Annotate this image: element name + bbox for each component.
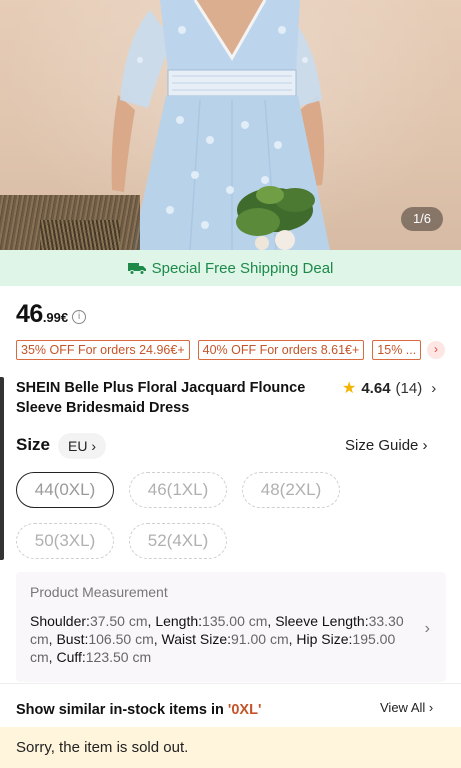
measurement-title: Product Measurement	[30, 584, 168, 600]
truck-icon	[127, 263, 146, 275]
price: 46 .99€ i	[16, 300, 87, 329]
size-label: Size	[16, 435, 51, 454]
coupon-badge[interactable]: 35% OFF For orders 24.96€+	[16, 340, 190, 360]
size-option-50-3xl[interactable]: 50(3XL)	[16, 523, 114, 559]
similar-items-prefix: Show similar in-stock items in	[16, 702, 228, 718]
coupon-badge[interactable]: 40% OFF For orders 8.61€+	[197, 340, 365, 360]
price-decimal: .99€	[42, 310, 69, 325]
divider	[0, 683, 461, 684]
product-title: SHEIN Belle Plus Floral Jacquard Flounce…	[16, 380, 306, 416]
image-counter: 1/6	[401, 207, 443, 231]
chevron-right-icon: ›	[422, 437, 428, 454]
free-shipping-banner[interactable]: Special Free Shipping Deal	[0, 250, 461, 286]
sold-out-notice: Sorry, the item is sold out.	[0, 727, 461, 768]
measure-label: Sleeve Length:	[275, 613, 369, 629]
product-rating[interactable]: ★ 4.64 (14) ›	[342, 378, 436, 398]
view-all-link[interactable]: View All ›	[380, 700, 433, 715]
scroll-indicator	[0, 377, 4, 560]
chevron-right-icon: ›	[428, 700, 434, 715]
product-measurement-card[interactable]: Product Measurement Shoulder:37.50 cm, L…	[16, 572, 446, 682]
price-integer: 46	[16, 300, 43, 328]
coupon-row: 35% OFF For orders 24.96€+ 40% OFF For o…	[16, 340, 422, 360]
measure-value: 91.00 cm	[231, 631, 289, 647]
grass-decoration	[40, 220, 120, 250]
size-region-label: EU	[68, 438, 88, 454]
measure-label: Length:	[155, 613, 203, 629]
measure-value: 37.50 cm	[89, 613, 148, 629]
chevron-right-icon[interactable]: ›	[427, 341, 445, 359]
similar-items-size: '0XL'	[227, 702, 262, 718]
measure-value: 106.50 cm	[88, 631, 154, 647]
review-count: (14)	[395, 379, 423, 397]
size-guide-label: Size Guide	[345, 437, 419, 454]
size-guide-link[interactable]: Size Guide ›	[345, 437, 428, 454]
measure-value: 135.00 cm	[202, 613, 268, 629]
chevron-right-icon: ›	[91, 438, 97, 454]
measure-label: Waist Size:	[161, 631, 232, 647]
free-shipping-text: Special Free Shipping Deal	[151, 259, 334, 277]
similar-items-heading: Show similar in-stock items in '0XL'	[16, 702, 261, 718]
view-all-label: View All	[380, 700, 426, 715]
size-option-46-1xl[interactable]: 46(1XL)	[129, 472, 227, 508]
info-icon[interactable]: i	[72, 309, 87, 324]
measure-label: Shoulder:	[30, 613, 90, 629]
coupon-badge[interactable]: 15% ...	[372, 340, 422, 360]
size-option-44-0xl[interactable]: 44(0XL)	[16, 472, 114, 508]
rating-score: 4.64	[361, 379, 391, 397]
size-region-selector[interactable]: EU ›	[58, 433, 107, 459]
star-icon: ★	[342, 380, 357, 397]
measure-label: Bust:	[56, 631, 89, 647]
product-image[interactable]: 1/6	[0, 0, 461, 250]
measure-label: Hip Size:	[296, 631, 353, 647]
chevron-right-icon: ›	[431, 379, 437, 397]
measure-value: 123.50 cm	[85, 649, 152, 665]
chevron-right-icon: ›	[424, 620, 430, 637]
size-option-48-2xl[interactable]: 48(2XL)	[242, 472, 340, 508]
measurement-details: Shoulder:37.50 cm, Length:135.00 cm, Sle…	[30, 613, 404, 665]
measure-label: Cuff:	[56, 649, 86, 665]
size-option-52-4xl[interactable]: 52(4XL)	[129, 523, 227, 559]
